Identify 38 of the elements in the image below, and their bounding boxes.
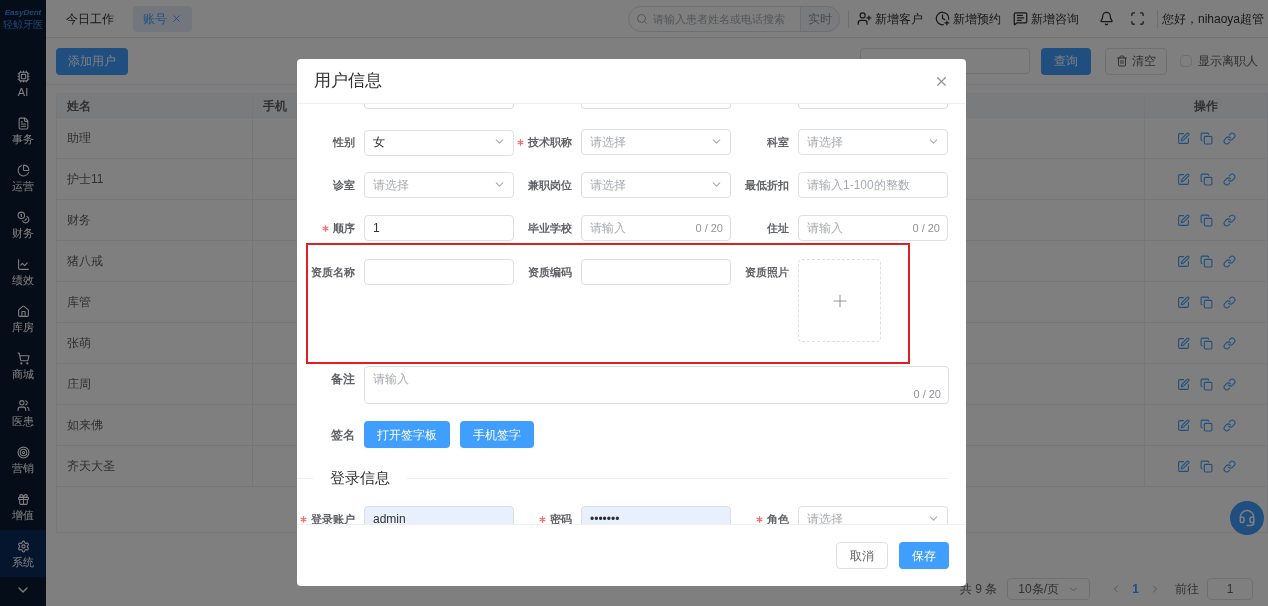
field-label: 毕业学校 — [528, 220, 572, 236]
field-label: 技术职称 — [517, 133, 572, 151]
char-counter: 0 / 20 — [912, 221, 940, 235]
field-label: 顺序 — [322, 219, 355, 237]
field-label: 登录账户 — [300, 510, 355, 524]
field-label: 兼职岗位 — [528, 177, 572, 193]
field-label: 最低折扣 — [745, 177, 789, 193]
checkbox-label: 显示离职人 — [1198, 53, 1258, 70]
field-label: 备注 — [331, 371, 355, 388]
field-label: 资质照片 — [745, 264, 789, 280]
field-label: 资质名称 — [311, 264, 355, 280]
section-title: 登录信息 — [329, 467, 391, 488]
dialog-title: 用户信息 — [314, 70, 382, 93]
table-cell: 护士11 — [57, 159, 253, 199]
field-label: 资质编码 — [528, 264, 572, 280]
field-label: 诊室 — [333, 177, 355, 193]
field-label: 角色 — [756, 510, 789, 524]
char-counter: 0 / 20 — [913, 386, 941, 402]
table-cell: 张萌 — [57, 323, 253, 363]
goto-label: 前往 — [1175, 581, 1199, 598]
column-header: 操作 — [1144, 94, 1267, 117]
table-cell: 如来佛 — [57, 405, 253, 445]
field-label: 住址 — [767, 220, 789, 236]
field-label: 科室 — [767, 134, 789, 150]
column-header: 手机 — [263, 97, 287, 115]
table-cell: 财务 — [57, 200, 253, 240]
column-header: 姓名 — [57, 94, 253, 117]
table-cell: 助理 — [57, 118, 253, 158]
field-label: 密码 — [539, 510, 572, 524]
char-counter: 0 / 20 — [695, 221, 723, 235]
table-cell: 庄周 — [57, 364, 253, 404]
table-cell: 猪八戒 — [57, 241, 253, 281]
table-cell: 齐天大圣 — [57, 446, 253, 486]
field-label: 性别 — [333, 134, 355, 150]
field-label: 签名 — [331, 426, 355, 444]
logo-text: EasyDent — [4, 8, 42, 17]
logo-subtitle: 轻鲸牙医 — [3, 19, 43, 30]
table-cell: 库管 — [57, 282, 253, 322]
